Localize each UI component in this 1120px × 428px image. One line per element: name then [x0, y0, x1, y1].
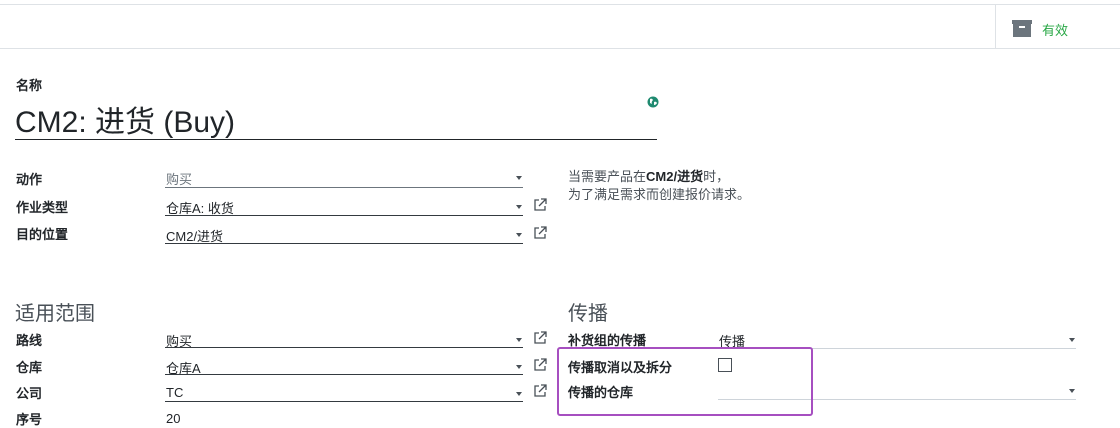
sequence-input[interactable]: 20 — [166, 411, 180, 426]
company-caret-icon[interactable] — [516, 392, 522, 396]
destination-label: 目的位置 — [16, 227, 69, 242]
operation-type-label: 作业类型 — [16, 200, 69, 215]
external-link-icon[interactable] — [533, 198, 547, 212]
action-select[interactable]: 购买 — [166, 169, 192, 188]
highlight-box — [557, 347, 813, 416]
external-link-icon[interactable] — [533, 331, 547, 345]
name-input[interactable]: CM2: 进货 (Buy) — [15, 97, 235, 141]
help-line1-bold: CM2/进货 — [646, 169, 704, 184]
applicability-section-title: 适用范围 — [15, 303, 95, 325]
external-link-icon[interactable] — [533, 226, 547, 240]
action-underline — [165, 187, 523, 188]
route-caret-icon[interactable] — [516, 338, 522, 342]
active-toggle-button[interactable]: 有效 — [1000, 8, 1118, 46]
top-divider — [0, 4, 1120, 5]
active-label: 有效 — [1042, 23, 1069, 38]
company-underline — [165, 401, 523, 402]
propagation-section-title: 传播 — [568, 303, 608, 325]
operation-type-underline — [165, 215, 523, 216]
external-link-icon[interactable] — [533, 358, 547, 372]
help-line2: 为了满足需求而创建报价请求。 — [568, 187, 751, 202]
action-label: 动作 — [16, 172, 43, 187]
propagation-warehouse-caret-icon[interactable] — [1069, 389, 1075, 393]
destination-caret-icon[interactable] — [516, 233, 522, 237]
route-underline — [165, 347, 523, 348]
company-label: 公司 — [16, 386, 43, 401]
button-box-divider — [0, 48, 1120, 49]
name-underline — [15, 139, 657, 140]
route-label: 路线 — [16, 333, 43, 348]
help-line1-prefix: 当需要产品在 — [568, 169, 647, 184]
operation-type-caret-icon[interactable] — [516, 205, 522, 209]
warehouse-label: 仓库 — [16, 360, 43, 375]
globe-translate-icon[interactable] — [647, 96, 659, 108]
archive-icon — [1012, 20, 1032, 37]
help-text: 当需要产品在CM2/进货时， 为了满足需求而创建报价请求。 — [568, 168, 750, 204]
help-line1-suffix: 时， — [703, 169, 730, 184]
name-label: 名称 — [16, 78, 43, 93]
destination-underline — [165, 243, 523, 244]
company-select[interactable]: TC — [166, 385, 183, 400]
sequence-label: 序号 — [16, 412, 43, 427]
external-link-icon[interactable] — [533, 384, 547, 398]
group-propagation-caret-icon[interactable] — [1069, 338, 1075, 342]
warehouse-underline — [165, 374, 523, 375]
button-box-separator — [995, 5, 996, 48]
warehouse-caret-icon[interactable] — [516, 365, 522, 369]
action-caret-icon[interactable] — [516, 176, 522, 180]
